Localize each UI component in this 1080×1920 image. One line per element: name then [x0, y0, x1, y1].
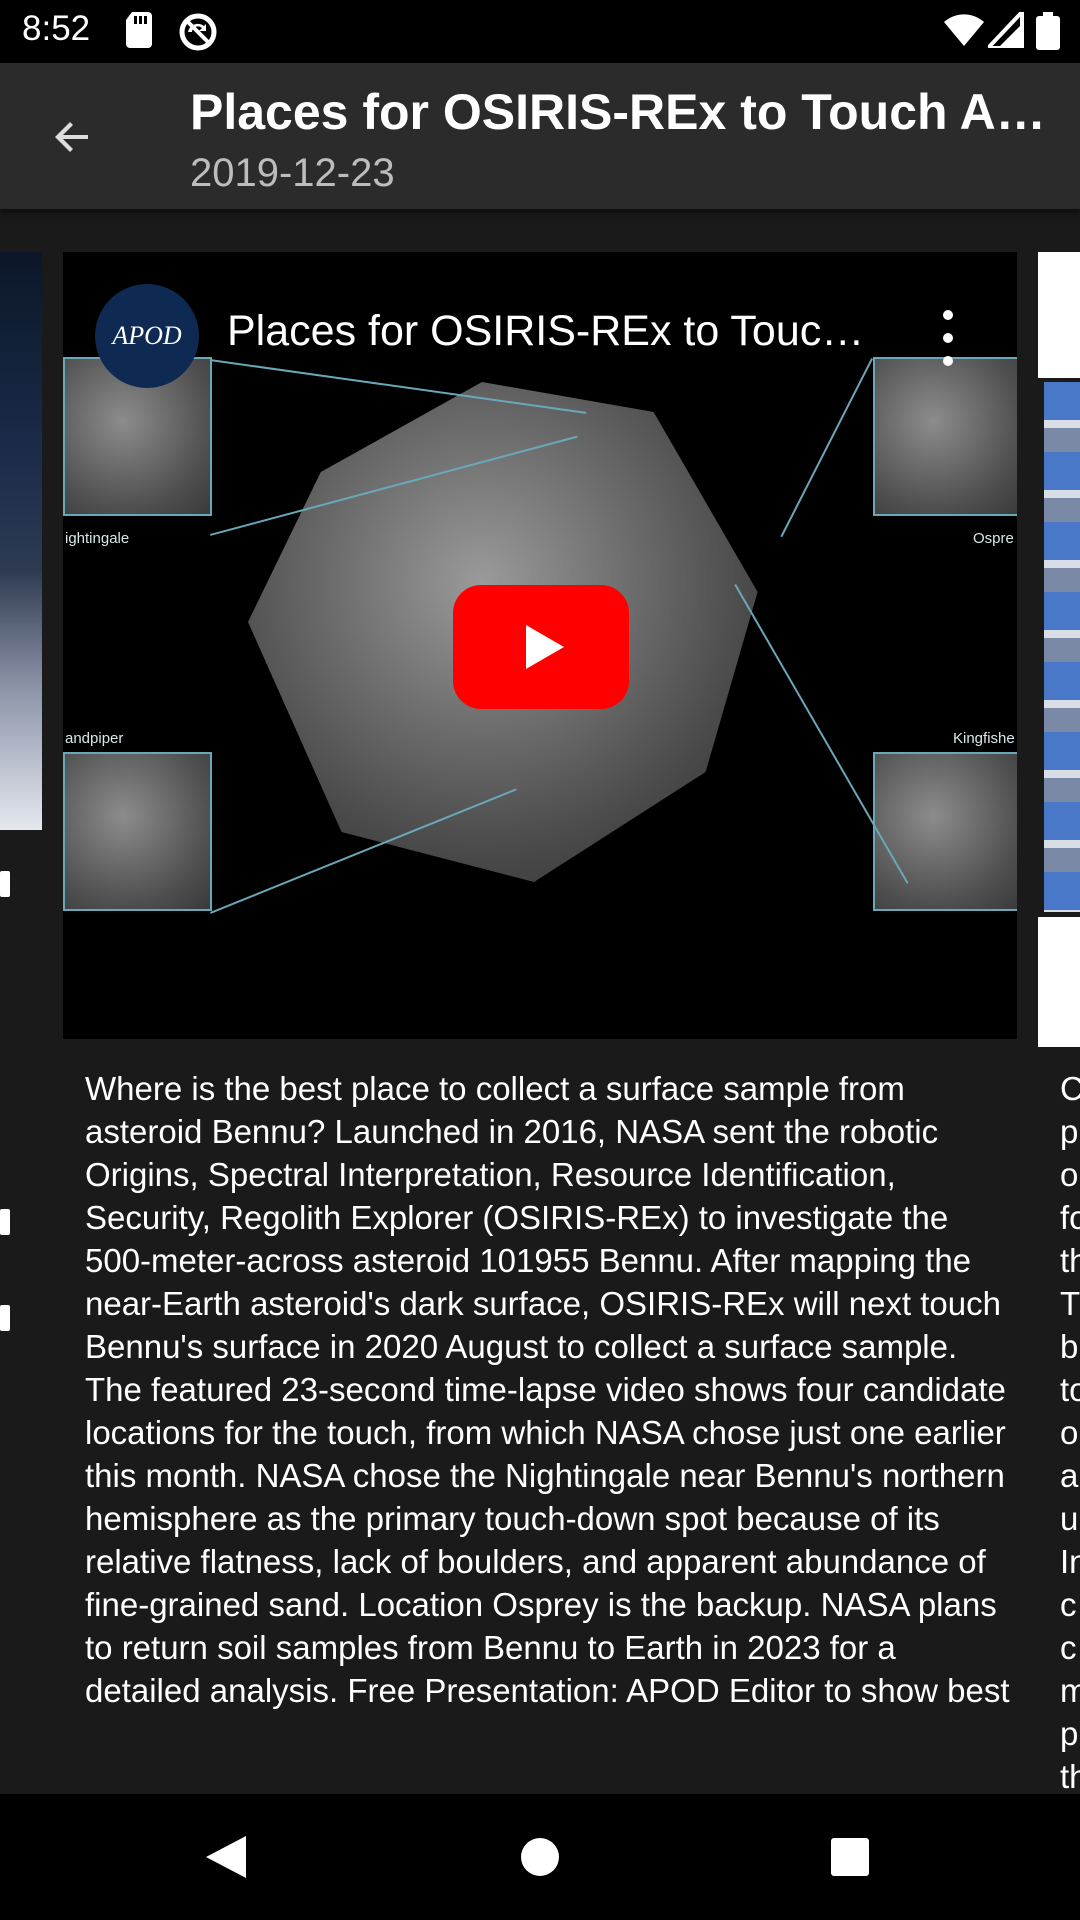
next-card-text-fragment: In	[1060, 1543, 1080, 1580]
next-card-text-fragment: m	[1060, 1672, 1080, 1709]
next-card-image[interactable]	[1044, 382, 1080, 912]
video-player[interactable]: ightingale Ospre andpiper Kingfishe APOD…	[63, 252, 1017, 1039]
previous-card-image[interactable]	[0, 252, 42, 830]
next-card-text-fragment: o	[1060, 1156, 1079, 1193]
youtube-play-icon[interactable]	[453, 585, 629, 709]
nav-recents-icon[interactable]	[820, 1827, 880, 1887]
next-card-text: Cp o fo th Tb to o a u In c c m p th	[1060, 1067, 1080, 1794]
next-card-text-fragment: u	[1060, 1500, 1079, 1537]
connector-line	[734, 584, 909, 884]
previous-card-text	[0, 1305, 10, 1331]
nav-back-icon[interactable]	[196, 1827, 256, 1887]
next-card-text-fragment: C	[1060, 1070, 1080, 1107]
previous-card-text	[0, 871, 10, 897]
connector-line	[209, 359, 587, 414]
next-card-text-fragment: to	[1060, 1371, 1080, 1408]
next-card-text-fragment: a	[1060, 1457, 1079, 1494]
status-time: 8:52	[22, 9, 91, 48]
wifi-icon	[944, 12, 984, 53]
next-card-frame	[1038, 252, 1080, 378]
sd-card-icon	[126, 12, 154, 53]
description-text: Where is the best place to collect a sur…	[85, 1070, 1010, 1709]
app-bar: Places for OSIRIS-REx to Touch A… 2019-1…	[0, 63, 1080, 209]
battery-icon	[1036, 12, 1060, 55]
next-card-text-fragment: b	[1060, 1328, 1079, 1365]
label-nightingale: ightingale	[65, 530, 130, 547]
next-card-text-fragment: p	[1060, 1113, 1079, 1150]
next-card-text-fragment: th	[1060, 1242, 1080, 1279]
next-card-text-fragment: th	[1060, 1758, 1080, 1794]
inset-kingfisher	[873, 752, 1017, 911]
more-vert-icon[interactable]	[933, 310, 963, 366]
no-sync-icon	[178, 12, 218, 57]
page-title: Places for OSIRIS-REx to Touch A…	[190, 84, 1046, 140]
label-kingfisher: Kingfishe	[953, 730, 1015, 747]
back-button[interactable]	[36, 103, 108, 175]
nav-home-icon[interactable]	[510, 1827, 570, 1887]
next-card-text-fragment: p	[1060, 1715, 1079, 1752]
signal-icon	[983, 6, 1024, 53]
next-card-text-fragment: c	[1060, 1586, 1077, 1623]
system-nav-bar	[0, 1794, 1080, 1920]
inset-sandpiper	[63, 752, 212, 911]
arrow-back-icon	[48, 113, 96, 166]
inset-osprey	[873, 357, 1017, 516]
connector-line	[780, 358, 873, 538]
apod-logo: APOD	[112, 321, 182, 350]
next-card-text-fragment: o	[1060, 1414, 1079, 1451]
video-title[interactable]: Places for OSIRIS-REx to Touc…	[227, 307, 907, 356]
next-card-text-fragment: c	[1060, 1629, 1077, 1666]
next-card-text-fragment: T	[1060, 1285, 1080, 1322]
previous-card-text	[0, 1209, 10, 1235]
label-sandpiper: andpiper	[65, 730, 124, 747]
channel-logo[interactable]: APOD	[95, 284, 199, 388]
next-card-frame	[1038, 917, 1080, 1047]
next-card-text-fragment: fo	[1060, 1199, 1080, 1236]
label-osprey: Ospre	[973, 530, 1014, 547]
status-bar: 8:52	[0, 0, 1080, 63]
content-pager[interactable]: Cp o fo th Tb to o a u In c c m p th ightingale Ospre …	[0, 209, 1080, 1794]
page-date: 2019-12-23	[190, 151, 395, 195]
